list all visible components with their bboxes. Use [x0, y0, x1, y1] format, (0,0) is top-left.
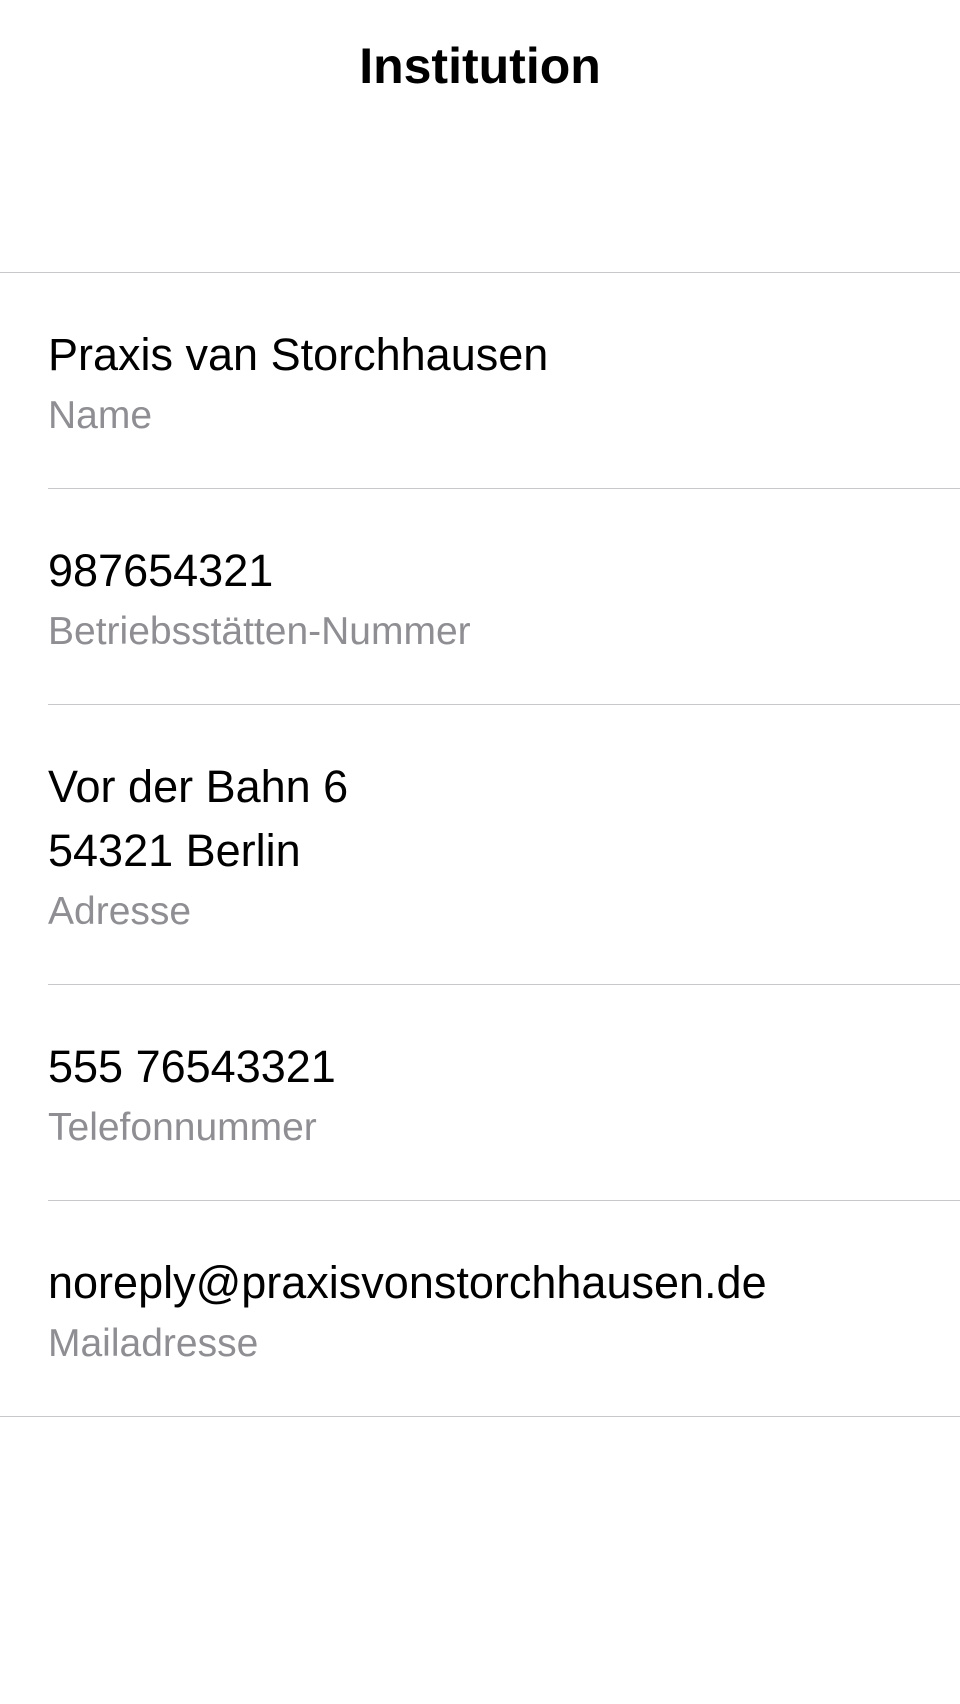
row-name[interactable]: Praxis van Storchhausen Name: [48, 273, 960, 489]
institution-details-list: Praxis van Storchhausen Name 987654321 B…: [0, 273, 960, 1417]
mailadresse-value: noreply@praxisvonstorchhausen.de: [48, 1257, 767, 1308]
telefonnummer-value: 555 76543321: [48, 1041, 336, 1092]
mailadresse-label: Mailadresse: [48, 1322, 259, 1365]
row-mailadresse[interactable]: noreply@praxisvonstorchhausen.de Mailadr…: [48, 1201, 960, 1416]
row-adresse[interactable]: Vor der Bahn 6 54321 Berlin Adresse: [48, 705, 960, 985]
betriebsstaetten-nummer-value: 987654321: [48, 545, 274, 596]
adresse-value: Vor der Bahn 6 54321 Berlin: [48, 761, 349, 876]
page-title: Institution: [359, 38, 601, 94]
betriebsstaetten-nummer-label: Betriebsstätten-Nummer: [48, 610, 471, 653]
navigation-bar: Institution: [0, 0, 960, 273]
telefonnummer-label: Telefonnummer: [48, 1106, 317, 1149]
adresse-label: Adresse: [48, 890, 192, 933]
name-value: Praxis van Storchhausen: [48, 329, 549, 380]
name-label: Name: [48, 394, 153, 437]
row-telefonnummer[interactable]: 555 76543321 Telefonnummer: [48, 985, 960, 1201]
row-betriebsstaetten-nummer[interactable]: 987654321 Betriebsstätten-Nummer: [48, 489, 960, 705]
